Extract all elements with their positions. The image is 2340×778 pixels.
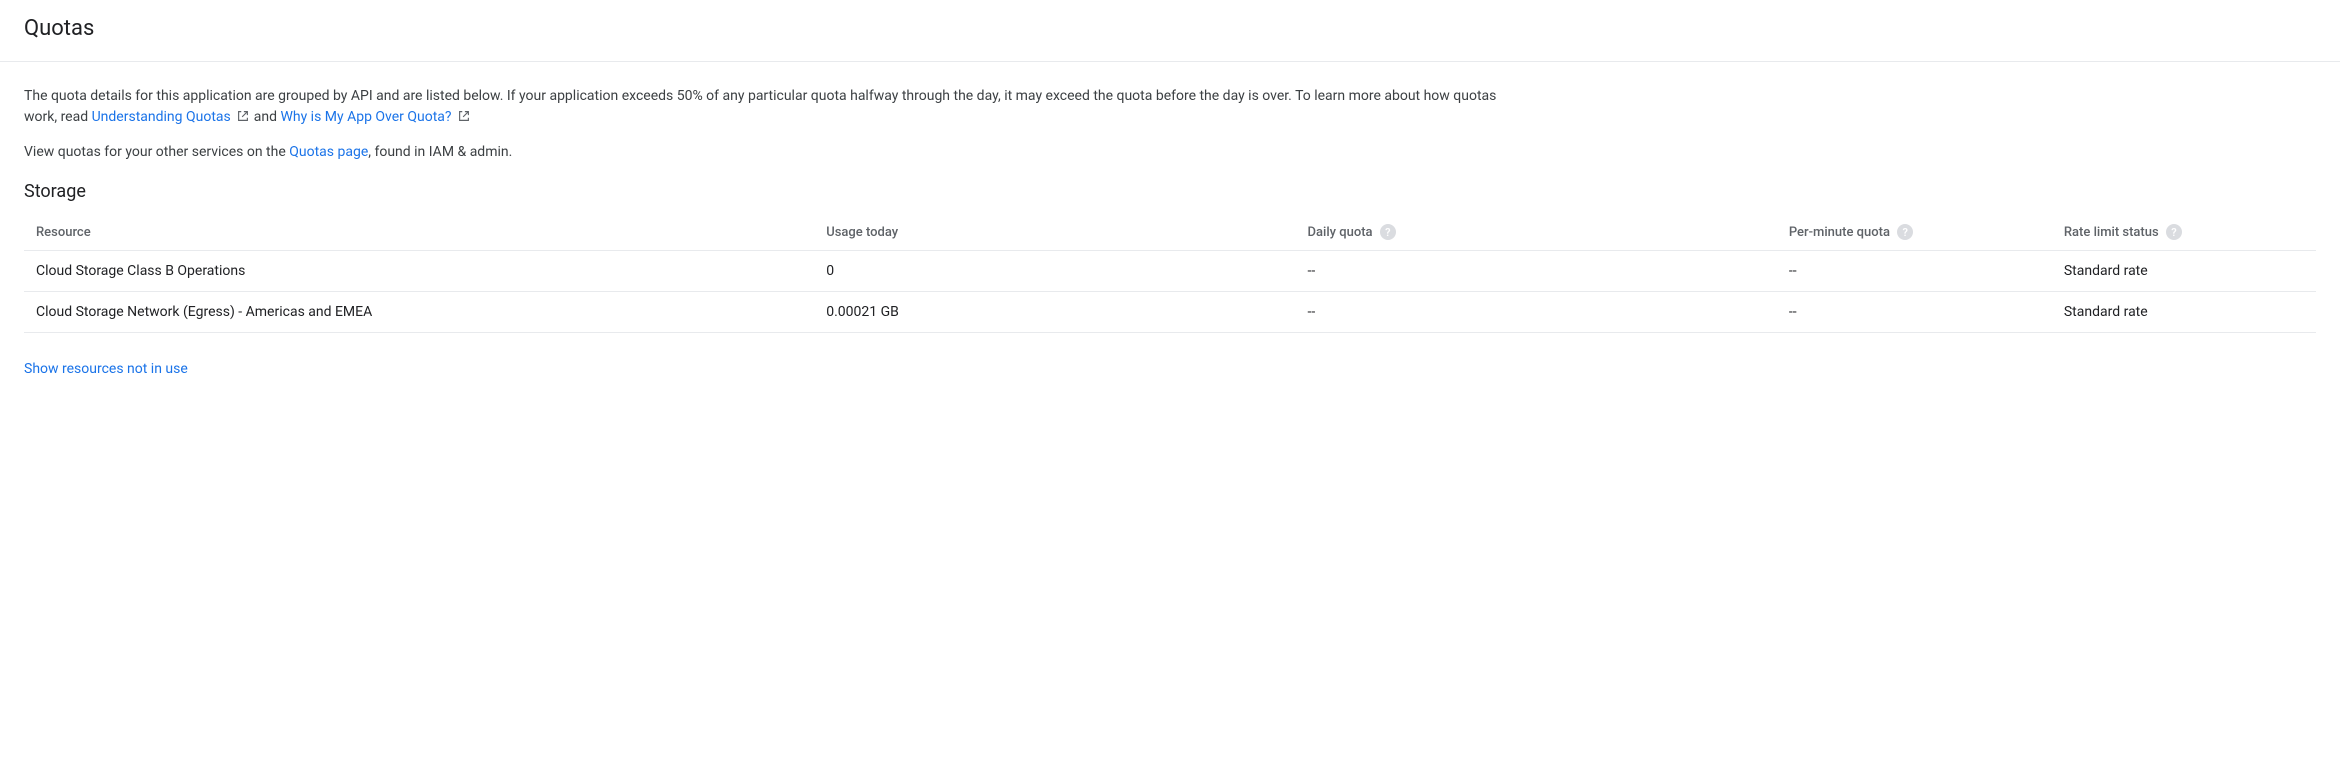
column-header-per-minute-quota: Per-minute quota ? bbox=[1789, 214, 2064, 251]
cell-daily-quota: -- bbox=[1308, 251, 1789, 292]
description-text-2: and bbox=[254, 109, 281, 125]
external-link-icon bbox=[457, 109, 471, 123]
rate-limit-status-label: Rate limit status bbox=[2064, 225, 2159, 240]
table-row: Cloud Storage Network (Egress) - America… bbox=[24, 292, 2316, 333]
cell-per-minute-quota: -- bbox=[1789, 292, 2064, 333]
cell-resource: Cloud Storage Class B Operations bbox=[24, 251, 826, 292]
description-paragraph-2: View quotas for your other services on t… bbox=[24, 142, 2316, 163]
help-icon[interactable]: ? bbox=[1380, 224, 1396, 240]
external-link-icon bbox=[236, 109, 250, 123]
cell-usage-today: 0.00021 GB bbox=[826, 292, 1307, 333]
column-header-daily-quota: Daily quota ? bbox=[1308, 214, 1789, 251]
description-text-4: , found in IAM & admin. bbox=[368, 144, 512, 160]
cell-rate-limit-status: Standard rate bbox=[2064, 292, 2316, 333]
quotas-page-link[interactable]: Quotas page bbox=[289, 144, 368, 160]
cell-resource: Cloud Storage Network (Egress) - America… bbox=[24, 292, 826, 333]
page-title: Quotas bbox=[24, 16, 2316, 41]
description-text-3: View quotas for your other services on t… bbox=[24, 144, 289, 160]
cell-usage-today: 0 bbox=[826, 251, 1307, 292]
section-title-storage: Storage bbox=[24, 181, 2316, 202]
help-icon[interactable]: ? bbox=[2166, 224, 2182, 240]
per-minute-quota-label: Per-minute quota bbox=[1789, 225, 1890, 240]
cell-daily-quota: -- bbox=[1308, 292, 1789, 333]
understanding-quotas-link[interactable]: Understanding Quotas bbox=[92, 109, 254, 125]
why-over-quota-label: Why is My App Over Quota? bbox=[280, 109, 451, 125]
description-paragraph-1: The quota details for this application a… bbox=[24, 86, 1524, 128]
cell-rate-limit-status: Standard rate bbox=[2064, 251, 2316, 292]
quotas-table: Resource Usage today Daily quota ? Per-m… bbox=[24, 214, 2316, 333]
understanding-quotas-label: Understanding Quotas bbox=[92, 109, 231, 125]
cell-per-minute-quota: -- bbox=[1789, 251, 2064, 292]
column-header-rate-limit-status: Rate limit status ? bbox=[2064, 214, 2316, 251]
table-row: Cloud Storage Class B Operations 0 -- --… bbox=[24, 251, 2316, 292]
help-icon[interactable]: ? bbox=[1897, 224, 1913, 240]
daily-quota-label: Daily quota bbox=[1308, 225, 1373, 240]
column-header-resource: Resource bbox=[24, 214, 826, 251]
why-over-quota-link[interactable]: Why is My App Over Quota? bbox=[280, 109, 471, 125]
show-resources-link[interactable]: Show resources not in use bbox=[24, 361, 188, 377]
column-header-usage-today: Usage today bbox=[826, 214, 1307, 251]
